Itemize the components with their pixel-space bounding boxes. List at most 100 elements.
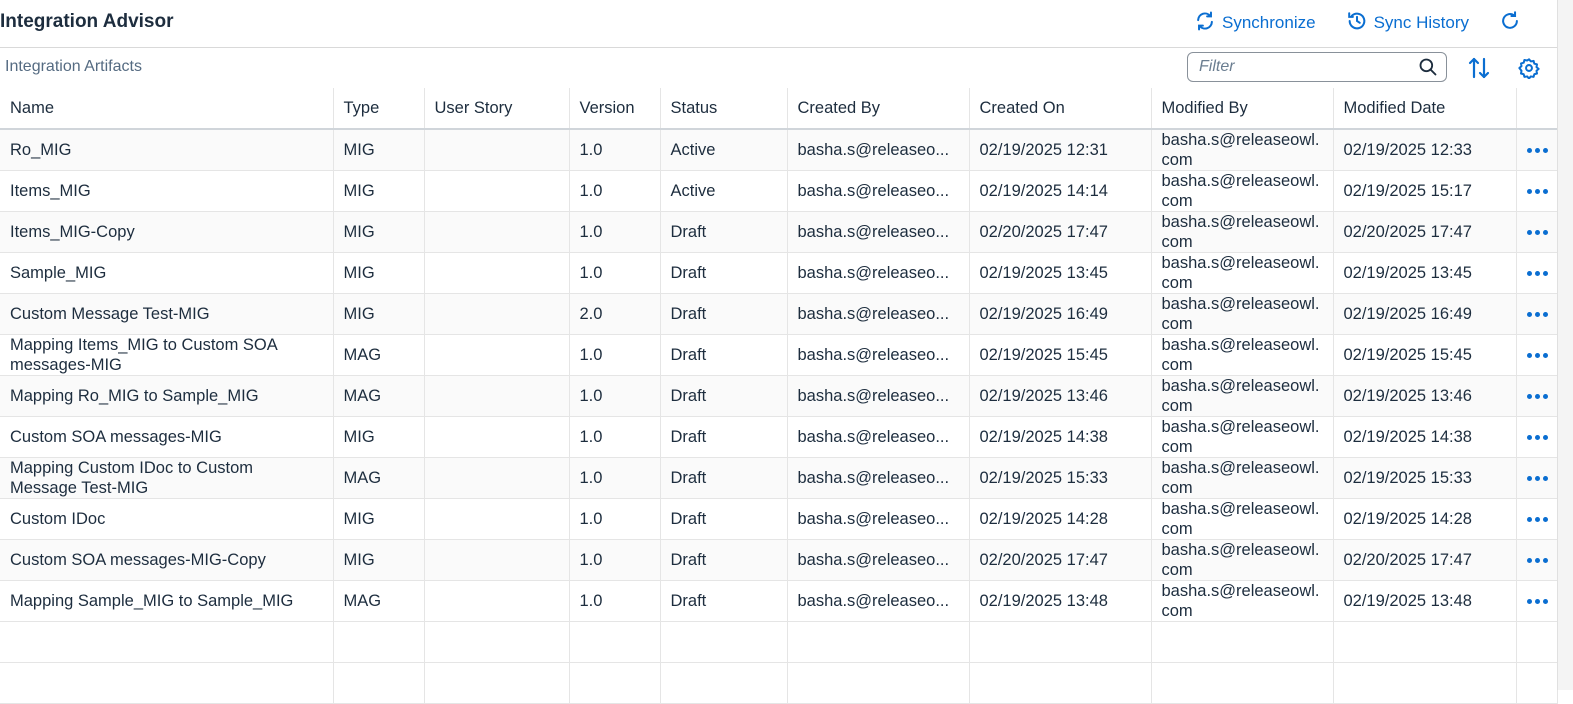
- sync-history-button[interactable]: Sync History: [1346, 10, 1469, 37]
- cell-user-story: [424, 211, 570, 253]
- cell-created-by: basha.s@releaseo...: [787, 580, 970, 622]
- cell-status: Draft: [660, 457, 788, 499]
- reload-button[interactable]: [1499, 10, 1521, 37]
- cell-modified-by: basha.s@releaseowl.com: [1151, 252, 1334, 294]
- cell-type: MIG: [333, 252, 425, 294]
- row-more-button[interactable]: [1516, 539, 1558, 581]
- table-row[interactable]: Items_MIG MIG 1.0 Active basha.s@release…: [0, 170, 1558, 212]
- cell-modified-by: basha.s@releaseowl.com: [1151, 457, 1334, 499]
- cell-created-on: 02/19/2025 12:31: [969, 129, 1152, 171]
- filter-input[interactable]: [1188, 53, 1414, 81]
- table-row[interactable]: Sample_MIG MIG 1.0 Draft basha.s@release…: [0, 252, 1558, 294]
- sort-icon[interactable]: [1466, 55, 1492, 81]
- cell-name: Sample_MIG: [0, 252, 334, 294]
- row-more-button[interactable]: [1516, 211, 1558, 253]
- cell-modified-date: 02/19/2025 15:17: [1333, 170, 1517, 212]
- cell-modified-by: basha.s@releaseowl.com: [1151, 498, 1334, 540]
- column-header-name[interactable]: Name: [0, 88, 334, 130]
- table-toolbar: Integration Artifacts: [0, 48, 1557, 88]
- row-more-button[interactable]: [1516, 498, 1558, 540]
- cell-type: MIG: [333, 211, 425, 253]
- cell-user-story: [424, 170, 570, 212]
- cell-user-story: [424, 293, 570, 335]
- table-row[interactable]: Items_MIG-Copy MIG 1.0 Draft basha.s@rel…: [0, 211, 1558, 253]
- cell-created-on: 02/19/2025 13:45: [969, 252, 1152, 294]
- row-more-button[interactable]: [1516, 334, 1558, 376]
- more-icon: [1526, 558, 1548, 564]
- table-row[interactable]: Mapping Ro_MIG to Sample_MIG MAG 1.0 Dra…: [0, 375, 1558, 417]
- filter-field[interactable]: [1187, 52, 1447, 82]
- column-header-modified-date[interactable]: Modified Date: [1333, 88, 1517, 130]
- row-more-button[interactable]: [1516, 252, 1558, 294]
- column-header-user-story[interactable]: User Story: [424, 88, 570, 130]
- table-row[interactable]: Mapping Items_MIG to Custom SOA messages…: [0, 334, 1558, 376]
- cell-name: Custom IDoc: [0, 498, 334, 540]
- more-icon: [1526, 435, 1548, 441]
- row-more-button[interactable]: [1516, 416, 1558, 458]
- cell-modified-date: 02/19/2025 15:33: [1333, 457, 1517, 499]
- cell-created-on: 02/20/2025 17:47: [969, 211, 1152, 253]
- cell-name: Mapping Items_MIG to Custom SOA messages…: [0, 334, 334, 376]
- cell-version: 1.0: [569, 457, 661, 499]
- table-row[interactable]: Mapping Custom IDoc to Custom Message Te…: [0, 457, 1558, 499]
- more-icon: [1526, 230, 1548, 236]
- vertical-scrollbar[interactable]: [1557, 0, 1573, 690]
- row-more-button[interactable]: [1516, 580, 1558, 622]
- settings-icon[interactable]: [1516, 55, 1542, 81]
- row-more-button[interactable]: [1516, 457, 1558, 499]
- synchronize-button[interactable]: Synchronize: [1194, 10, 1316, 37]
- cell-version: 1.0: [569, 498, 661, 540]
- cell-type: MAG: [333, 580, 425, 622]
- cell-type: MIG: [333, 170, 425, 212]
- cell-modified-by: basha.s@releaseowl.com: [1151, 580, 1334, 622]
- more-icon: [1526, 312, 1548, 318]
- column-header-created-by[interactable]: Created By: [787, 88, 970, 130]
- table-row[interactable]: Mapping Sample_MIG to Sample_MIG MAG 1.0…: [0, 580, 1558, 622]
- cell-status: Draft: [660, 416, 788, 458]
- cell-type: MAG: [333, 457, 425, 499]
- cell-name: Ro_MIG: [0, 129, 334, 171]
- refresh-icon: [1194, 10, 1216, 37]
- cell-modified-by: basha.s@releaseowl.com: [1151, 334, 1334, 376]
- cell-status: Active: [660, 129, 788, 171]
- cell-created-by: basha.s@releaseo...: [787, 457, 970, 499]
- cell-modified-date: 02/19/2025 13:48: [1333, 580, 1517, 622]
- table-row[interactable]: Custom SOA messages-MIG-Copy MIG 1.0 Dra…: [0, 539, 1558, 581]
- cell-name: Custom Message Test-MIG: [0, 293, 334, 335]
- cell-created-by: basha.s@releaseo...: [787, 539, 970, 581]
- table-row[interactable]: Custom SOA messages-MIG MIG 1.0 Draft ba…: [0, 416, 1558, 458]
- empty-row: [0, 662, 1558, 704]
- cell-type: MIG: [333, 129, 425, 171]
- cell-status: Draft: [660, 375, 788, 417]
- search-icon[interactable]: [1414, 53, 1442, 81]
- column-header-created-on[interactable]: Created On: [969, 88, 1152, 130]
- row-more-button[interactable]: [1516, 129, 1558, 171]
- more-icon: [1526, 353, 1548, 359]
- table-row[interactable]: Ro_MIG MIG 1.0 Active basha.s@releaseo..…: [0, 129, 1558, 171]
- column-header-modified-by[interactable]: Modified By: [1151, 88, 1334, 130]
- more-icon: [1526, 189, 1548, 195]
- column-header-type[interactable]: Type: [333, 88, 425, 130]
- cell-created-on: 02/19/2025 13:46: [969, 375, 1152, 417]
- more-icon: [1526, 517, 1548, 523]
- cell-modified-by: basha.s@releaseowl.com: [1151, 129, 1334, 171]
- cell-modified-by: basha.s@releaseowl.com: [1151, 375, 1334, 417]
- table-row[interactable]: Custom IDoc MIG 1.0 Draft basha.s@releas…: [0, 498, 1558, 540]
- cell-user-story: [424, 580, 570, 622]
- cell-modified-date: 02/20/2025 17:47: [1333, 211, 1517, 253]
- column-header-version[interactable]: Version: [569, 88, 661, 130]
- cell-created-on: 02/19/2025 14:28: [969, 498, 1152, 540]
- column-header-status[interactable]: Status: [660, 88, 788, 130]
- row-more-button[interactable]: [1516, 293, 1558, 335]
- cell-created-by: basha.s@releaseo...: [787, 170, 970, 212]
- row-more-button[interactable]: [1516, 170, 1558, 212]
- cell-created-on: 02/19/2025 13:48: [969, 580, 1152, 622]
- table-row[interactable]: Custom Message Test-MIG MIG 2.0 Draft ba…: [0, 293, 1558, 335]
- cell-created-by: basha.s@releaseo...: [787, 416, 970, 458]
- header-actions: Synchronize Sync History: [1194, 0, 1557, 46]
- cell-created-by: basha.s@releaseo...: [787, 252, 970, 294]
- cell-version: 1.0: [569, 580, 661, 622]
- app-title: Integration Advisor: [0, 11, 174, 32]
- cell-user-story: [424, 252, 570, 294]
- row-more-button[interactable]: [1516, 375, 1558, 417]
